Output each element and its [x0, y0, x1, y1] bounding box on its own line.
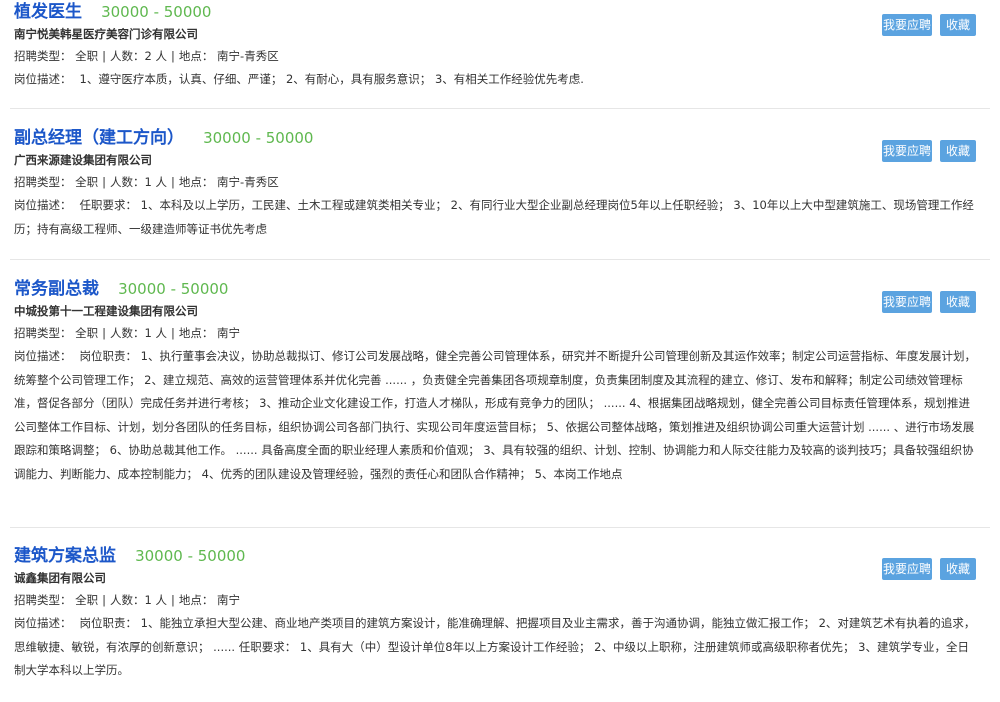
job-actions: 我要应聘 收藏 — [882, 140, 976, 162]
job-list: 植发医生 30000 - 50000 南宁悦美韩星医疗美容门诊有限公司 招聘类型… — [0, 0, 1000, 702]
count-label: 人数： — [110, 49, 145, 63]
apply-button[interactable]: 我要应聘 — [882, 291, 932, 313]
job-title-row: 植发医生 30000 - 50000 — [14, 0, 990, 24]
description-label: 岗位描述： — [14, 616, 72, 630]
description-label: 岗位描述： — [14, 349, 72, 363]
job-location: 南宁-青秀区 — [217, 49, 279, 63]
job-meta: 招聘类型： 全职 | 人数：1 人 | 地点： 南宁 — [14, 326, 241, 340]
divider — [10, 259, 990, 260]
location-label: 地点： — [178, 593, 214, 607]
description-label: 岗位描述： — [14, 72, 72, 86]
type-label: 招聘类型： — [14, 593, 72, 607]
location-label: 地点： — [178, 175, 214, 189]
favorite-button[interactable]: 收藏 — [940, 558, 976, 580]
job-salary: 30000 - 50000 — [203, 129, 314, 147]
job-meta: 招聘类型： 全职 | 人数：2 人 | 地点： 南宁-青秀区 — [14, 49, 279, 63]
job-salary: 30000 - 50000 — [118, 280, 229, 298]
job-actions: 我要应聘 收藏 — [882, 14, 976, 36]
job-count: 1 人 — [144, 593, 168, 607]
job-title[interactable]: 植发医生 — [14, 2, 82, 22]
apply-button[interactable]: 我要应聘 — [882, 14, 932, 36]
job-description-text: 岗位职责： 1、执行董事会决议，协助总裁拟订、修订公司发展战略，健全完善公司管理… — [14, 349, 976, 481]
description-label: 岗位描述： — [14, 198, 72, 212]
job-title[interactable]: 副总经理（建工方向） — [14, 128, 184, 148]
apply-button[interactable]: 我要应聘 — [882, 140, 932, 162]
company-name[interactable]: 诚鑫集团有限公司 — [14, 568, 990, 588]
job-type: 全职 — [75, 175, 99, 189]
favorite-button[interactable]: 收藏 — [940, 14, 976, 36]
job-description: 岗位描述： 岗位职责： 1、能独立承担大型公建、商业地产类项目的建筑方案设计，能准… — [14, 612, 980, 683]
company-name[interactable]: 广西来源建设集团有限公司 — [14, 150, 990, 170]
favorite-button[interactable]: 收藏 — [940, 140, 976, 162]
location-label: 地点： — [178, 326, 214, 340]
job-meta: 招聘类型： 全职 | 人数：1 人 | 地点： 南宁-青秀区 — [14, 175, 279, 189]
job-actions: 我要应聘 收藏 — [882, 558, 976, 580]
job-title[interactable]: 常务副总裁 — [14, 279, 99, 299]
favorite-button[interactable]: 收藏 — [940, 291, 976, 313]
job-description: 岗位描述： 任职要求： 1、本科及以上学历，工民建、土木工程或建筑类相关专业； 2… — [14, 194, 980, 241]
job-salary: 30000 - 50000 — [135, 547, 246, 565]
job-salary: 30000 - 50000 — [101, 3, 212, 21]
job-card: 副总经理（建工方向） 30000 - 50000 广西来源建设集团有限公司 招聘… — [0, 126, 990, 241]
count-label: 人数： — [110, 175, 145, 189]
type-label: 招聘类型： — [14, 175, 72, 189]
job-title-row: 建筑方案总监 30000 - 50000 — [14, 544, 990, 568]
job-count: 1 人 — [144, 175, 168, 189]
job-card: 植发医生 30000 - 50000 南宁悦美韩星医疗美容门诊有限公司 招聘类型… — [0, 0, 990, 92]
job-description: 岗位描述： 1、遵守医疗本质，认真、仔细、严谨； 2、有耐心，具有服务意识； 3、… — [14, 68, 980, 92]
job-actions: 我要应聘 收藏 — [882, 291, 976, 313]
location-label: 地点： — [178, 49, 214, 63]
job-card: 常务副总裁 30000 - 50000 中城投第十一工程建设集团有限公司 招聘类… — [0, 277, 990, 486]
job-description-text: 1、遵守医疗本质，认真、仔细、严谨； 2、有耐心，具有服务意识； 3、有相关工作… — [79, 72, 584, 86]
apply-button[interactable]: 我要应聘 — [882, 558, 932, 580]
company-name[interactable]: 中城投第十一工程建设集团有限公司 — [14, 301, 990, 321]
job-type: 全职 — [75, 593, 99, 607]
job-description: 岗位描述： 岗位职责： 1、执行董事会决议，协助总裁拟订、修订公司发展战略，健全完… — [14, 345, 980, 486]
job-card: 建筑方案总监 30000 - 50000 诚鑫集团有限公司 招聘类型： 全职 | 人… — [0, 544, 990, 683]
job-title-row: 常务副总裁 30000 - 50000 — [14, 277, 990, 301]
type-label: 招聘类型： — [14, 326, 72, 340]
job-location: 南宁 — [217, 326, 241, 340]
job-description-text: 任职要求： 1、本科及以上学历，工民建、土木工程或建筑类相关专业； 2、有同行业… — [14, 198, 974, 236]
type-label: 招聘类型： — [14, 49, 72, 63]
job-meta: 招聘类型： 全职 | 人数：1 人 | 地点： 南宁 — [14, 593, 241, 607]
count-label: 人数： — [110, 593, 145, 607]
job-title-row: 副总经理（建工方向） 30000 - 50000 — [14, 126, 990, 150]
job-location: 南宁 — [217, 593, 241, 607]
job-title[interactable]: 建筑方案总监 — [14, 546, 116, 566]
company-name[interactable]: 南宁悦美韩星医疗美容门诊有限公司 — [14, 24, 990, 44]
divider — [10, 108, 990, 109]
job-count: 1 人 — [144, 326, 168, 340]
job-type: 全职 — [75, 49, 99, 63]
job-description-text: 岗位职责： 1、能独立承担大型公建、商业地产类项目的建筑方案设计，能准确理解、把… — [14, 616, 976, 677]
divider — [10, 527, 990, 528]
job-type: 全职 — [75, 326, 99, 340]
job-count: 2 人 — [144, 49, 168, 63]
job-location: 南宁-青秀区 — [217, 175, 279, 189]
count-label: 人数： — [110, 326, 145, 340]
